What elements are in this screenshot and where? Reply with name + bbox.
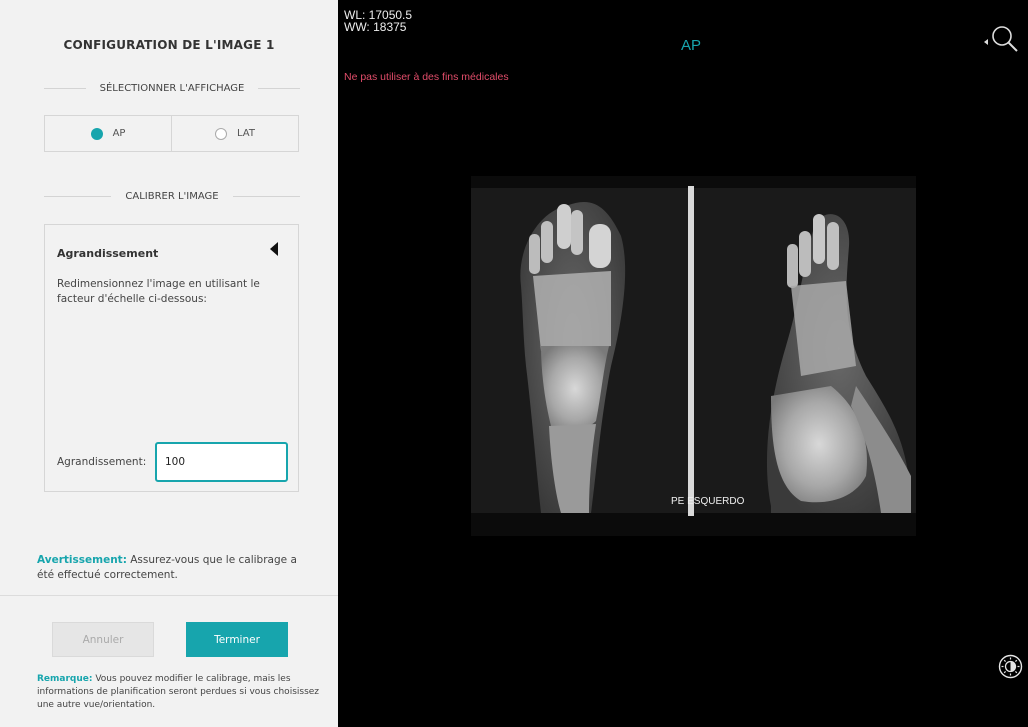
- configuration-panel: CONFIGURATION DE L'IMAGE 1 SÉLECTIONNER …: [0, 0, 338, 727]
- panel-title: CONFIGURATION DE L'IMAGE 1: [63, 38, 275, 52]
- view-option-ap-label: AP: [112, 128, 126, 139]
- radio-unselected-icon[interactable]: [215, 127, 227, 140]
- view-option-lat[interactable]: LAT: [171, 116, 298, 151]
- view-option-ap[interactable]: AP: [45, 116, 171, 151]
- view-option-lat-label: LAT: [237, 128, 255, 139]
- warning-message: Avertissement: Assurez-vous que le calib…: [37, 553, 317, 583]
- image-viewer[interactable]: WL: 17050.5 WW: 18375 AP Ne pas utiliser…: [338, 0, 1028, 727]
- cancel-button[interactable]: Annuler: [52, 622, 154, 657]
- calibrate-heading: CALIBRER L'IMAGE: [44, 188, 301, 204]
- finish-button[interactable]: Terminer: [186, 622, 288, 657]
- calibration-rod: [688, 186, 694, 516]
- xray-image[interactable]: PE ESQUERDO: [471, 176, 916, 536]
- magnification-label: Agrandissement:: [57, 456, 147, 468]
- warning-label: Avertissement:: [37, 554, 127, 566]
- heading-rule: [44, 87, 86, 89]
- xray-caption: PE ESQUERDO: [671, 496, 745, 507]
- heading-rule: [232, 195, 301, 197]
- brightness-contrast-icon[interactable]: [998, 654, 1023, 679]
- calibration-title: Agrandissement: [57, 247, 159, 260]
- view-selector: AP LAT: [44, 115, 299, 152]
- calibration-box: Agrandissement Redimensionnez l'image en…: [44, 224, 299, 492]
- remark-label: Remarque:: [37, 674, 93, 684]
- window-level-readout: WL: 17050.5 WW: 18375: [344, 9, 412, 33]
- footer-divider: [0, 595, 338, 596]
- remark-message: Remarque: Vous pouvez modifier le calibr…: [37, 673, 327, 712]
- collapse-caret-icon[interactable]: [270, 242, 278, 256]
- radio-selected-icon[interactable]: [90, 127, 103, 140]
- view-orientation-label: AP: [681, 37, 702, 54]
- select-display-heading-text: SÉLECTIONNER L'AFFICHAGE: [99, 82, 245, 94]
- heading-rule: [44, 195, 112, 197]
- calibrate-heading-text: CALIBRER L'IMAGE: [125, 190, 219, 202]
- select-display-heading: SÉLECTIONNER L'AFFICHAGE: [44, 80, 301, 96]
- medical-disclaimer: Ne pas utiliser à des fins médicales: [344, 71, 509, 83]
- window-width-text: WW: 18375: [344, 20, 407, 34]
- magnification-input[interactable]: [155, 442, 288, 482]
- zoom-icon[interactable]: [982, 22, 1024, 58]
- calibration-description: Redimensionnez l'image en utilisant le f…: [57, 278, 260, 305]
- heading-rule: [258, 87, 301, 89]
